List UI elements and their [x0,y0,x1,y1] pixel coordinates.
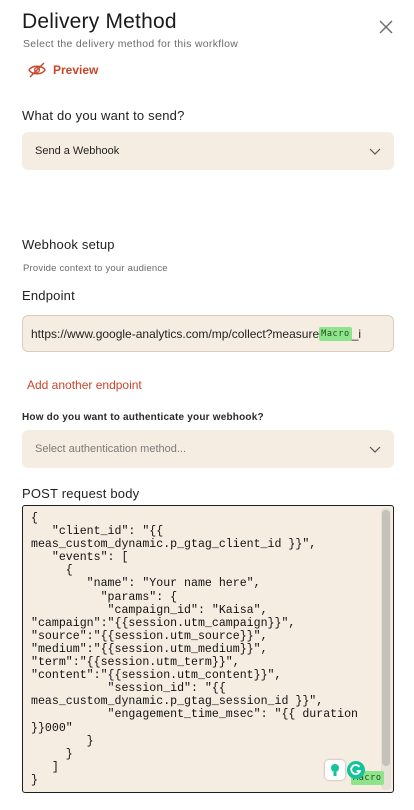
send-question: What do you want to send? [22,108,185,123]
post-body-code: { "client_id": "{{ meas_custom_dynamic.p… [31,512,358,787]
macro-badge[interactable]: Macro [319,326,352,341]
post-body-label: POST request body [22,486,140,501]
webhook-setup-hint: Provide context to your audience [23,263,168,274]
grammarly-icon[interactable] [347,761,365,779]
chevron-down-icon [369,148,381,155]
eye-off-icon [28,62,46,78]
grammarly-g-icon [350,764,362,775]
send-type-select[interactable]: Send a Webhook [22,132,394,170]
scrollbar-thumb[interactable] [382,510,390,766]
auth-question: How do you want to authenticate your web… [22,412,264,423]
post-body-textarea[interactable]: { "client_id": "{{ meas_custom_dynamic.p… [22,505,394,793]
grammarly-suggestion-icon[interactable] [325,760,345,780]
page-subtitle: Select the delivery method for this work… [23,38,239,50]
textarea-scrollbar[interactable] [381,508,391,790]
chevron-down-icon [369,446,381,453]
endpoint-url: https://www.google-analytics.com/mp/coll… [31,326,320,341]
preview-label: Preview [53,63,99,77]
endpoint-input[interactable]: https://www.google-analytics.com/mp/coll… [22,315,394,352]
auth-method-placeholder: Select authentication method... [35,443,187,455]
endpoint-url-tail: _i [351,326,362,341]
send-type-value: Send a Webhook [35,145,120,157]
bulb-icon [331,764,339,776]
webhook-setup-title: Webhook setup [22,237,115,252]
page-title: Delivery Method [22,10,177,33]
close-icon[interactable] [377,18,395,36]
auth-method-select[interactable]: Select authentication method... [22,430,394,468]
add-endpoint-link[interactable]: Add another endpoint [27,378,142,392]
endpoint-label: Endpoint [22,288,75,303]
preview-button[interactable]: Preview [27,61,98,79]
